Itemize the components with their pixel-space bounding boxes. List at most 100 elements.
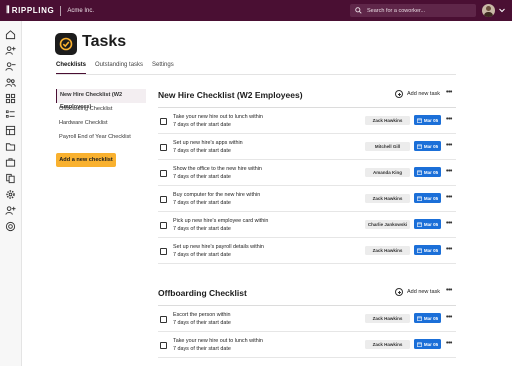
- people-icon[interactable]: [5, 77, 16, 88]
- task-description: Buy computer for the new hire within 7 da…: [173, 191, 260, 207]
- tab-outstanding-tasks[interactable]: Outstanding tasks: [95, 62, 143, 74]
- briefcase-icon[interactable]: [5, 157, 16, 168]
- add-checklist-button[interactable]: Add a new checklist: [56, 153, 116, 167]
- assignee-badge[interactable]: Charlie Jankowski: [365, 220, 410, 229]
- task-title: Take your new hire out to lunch within: [173, 338, 263, 344]
- assignee-badge[interactable]: Zack Hawkins: [365, 340, 410, 349]
- due-date-label: Mar 05: [423, 169, 439, 175]
- task-description: Escort the person within 7 days of their …: [173, 311, 231, 327]
- due-date-button[interactable]: Mar 05: [414, 219, 441, 229]
- search-input[interactable]: Search for a coworker...: [350, 4, 476, 17]
- due-date-button[interactable]: Mar 05: [414, 245, 441, 255]
- task-due: 7 days of their start date: [173, 122, 231, 128]
- checklist-icon[interactable]: [5, 109, 16, 120]
- rippling-logo-icon: ꟾꟾ: [6, 6, 10, 15]
- tab-bar: Checklists Outstanding tasks Settings: [56, 62, 183, 74]
- plus-circle-icon: [395, 90, 403, 98]
- home-icon[interactable]: [5, 29, 16, 40]
- row-more-icon[interactable]: •••: [446, 168, 452, 175]
- due-date-label: Mar 05: [423, 117, 439, 123]
- remove-person-icon[interactable]: [5, 61, 16, 72]
- tabs-divider: [56, 74, 456, 75]
- task-row: Show the office to the new hire within 7 …: [158, 160, 456, 186]
- due-date-button[interactable]: Mar 05: [414, 141, 441, 151]
- due-date-button[interactable]: Mar 05: [414, 313, 441, 323]
- row-more-icon[interactable]: •••: [446, 246, 452, 253]
- checklist-section-offboarding: Offboarding Checklist Add new task ••• E…: [158, 284, 456, 358]
- calendar-icon: [416, 222, 422, 227]
- documents-icon[interactable]: [5, 173, 16, 184]
- task-title: Take your new hire out to lunch within: [173, 114, 263, 120]
- task-title: Set up new hire's payroll details within: [173, 244, 264, 250]
- check-circle-icon: [59, 37, 73, 51]
- checklist-nav-item-payroll[interactable]: Payroll End of Year Checklist: [56, 131, 146, 145]
- task-due: 7 days of their start date: [173, 200, 231, 206]
- assignee-badge[interactable]: Zack Hawkins: [365, 116, 410, 125]
- checklist-nav-item-offboarding[interactable]: Offboarding Checklist: [56, 103, 146, 117]
- section-title: Offboarding Checklist: [158, 288, 247, 298]
- checklist-nav-item-hardware[interactable]: Hardware Checklist: [56, 117, 146, 131]
- more-options-icon[interactable]: •••: [446, 89, 452, 96]
- calendar-icon: [416, 118, 422, 123]
- calendar-icon: [416, 144, 422, 149]
- calendar-icon: [416, 170, 422, 175]
- due-date-button[interactable]: Mar 05: [414, 339, 441, 349]
- row-more-icon[interactable]: •••: [446, 116, 452, 123]
- chevron-down-icon[interactable]: [499, 8, 505, 13]
- support-icon[interactable]: [5, 221, 16, 232]
- calendar-icon: [416, 342, 422, 347]
- task-title: Escort the person within: [173, 312, 231, 318]
- assignee-badge[interactable]: Zack Hawkins: [365, 314, 410, 323]
- brand[interactable]: ꟾꟾ RIPPLING Acme Inc.: [6, 5, 94, 16]
- due-date-button[interactable]: Mar 05: [414, 167, 441, 177]
- apps-icon[interactable]: [5, 93, 16, 104]
- checklist-nav-item-new-hire[interactable]: New Hire Checklist (W2 Employees): [56, 89, 146, 110]
- add-task-button[interactable]: Add new task: [395, 288, 440, 296]
- row-more-icon[interactable]: •••: [446, 220, 452, 227]
- tab-checklists[interactable]: Checklists: [56, 62, 87, 74]
- assignee-badge[interactable]: Zack Hawkins: [365, 246, 410, 255]
- add-person-icon[interactable]: [5, 45, 16, 56]
- due-date-label: Mar 05: [423, 247, 439, 253]
- task-description: Take your new hire out to lunch within 7 …: [173, 337, 263, 353]
- due-date-button[interactable]: Mar 05: [414, 115, 441, 125]
- task-description: Set up new hire's apps within 7 days of t…: [173, 139, 243, 155]
- task-row: Take your new hire out to lunch within 7 …: [158, 108, 456, 134]
- search-icon: [355, 7, 362, 14]
- assignee-badge[interactable]: Amanda King: [365, 168, 410, 177]
- assignee-badge[interactable]: Mitchell Gill: [365, 142, 410, 151]
- calendar-icon: [416, 316, 422, 321]
- checklist-section-new-hire: New Hire Checklist (W2 Employees) Add ne…: [158, 86, 456, 264]
- sidebar: [0, 21, 22, 366]
- task-checkbox[interactable]: [160, 342, 167, 349]
- section-header: New Hire Checklist (W2 Employees) Add ne…: [158, 86, 456, 108]
- person-add-icon[interactable]: [5, 205, 16, 216]
- task-checkbox[interactable]: [160, 196, 167, 203]
- task-checkbox[interactable]: [160, 222, 167, 229]
- task-checkbox[interactable]: [160, 248, 167, 255]
- folder-icon[interactable]: [5, 141, 16, 152]
- checklist-nav: New Hire Checklist (W2 Employees) Offboa…: [56, 89, 146, 145]
- row-more-icon[interactable]: •••: [446, 194, 452, 201]
- more-options-icon[interactable]: •••: [446, 287, 452, 294]
- due-date-label: Mar 05: [423, 143, 439, 149]
- task-checkbox[interactable]: [160, 316, 167, 323]
- task-due: 7 days of their start date: [173, 346, 231, 352]
- calendar-icon: [416, 248, 422, 253]
- task-title: Set up new hire's apps within: [173, 140, 243, 146]
- row-more-icon[interactable]: •••: [446, 142, 452, 149]
- tasks-app-icon: [55, 33, 77, 55]
- task-checkbox[interactable]: [160, 118, 167, 125]
- add-task-button[interactable]: Add new task: [395, 90, 440, 98]
- assignee-badge[interactable]: Zack Hawkins: [365, 194, 410, 203]
- due-date-button[interactable]: Mar 05: [414, 193, 441, 203]
- task-row: Buy computer for the new hire within 7 da…: [158, 186, 456, 212]
- row-more-icon[interactable]: •••: [446, 314, 452, 321]
- task-checkbox[interactable]: [160, 170, 167, 177]
- task-checkbox[interactable]: [160, 144, 167, 151]
- dashboard-icon[interactable]: [5, 125, 16, 136]
- row-more-icon[interactable]: •••: [446, 340, 452, 347]
- avatar[interactable]: [482, 4, 495, 17]
- settings-gear-icon[interactable]: [5, 189, 16, 200]
- tab-settings[interactable]: Settings: [152, 62, 174, 74]
